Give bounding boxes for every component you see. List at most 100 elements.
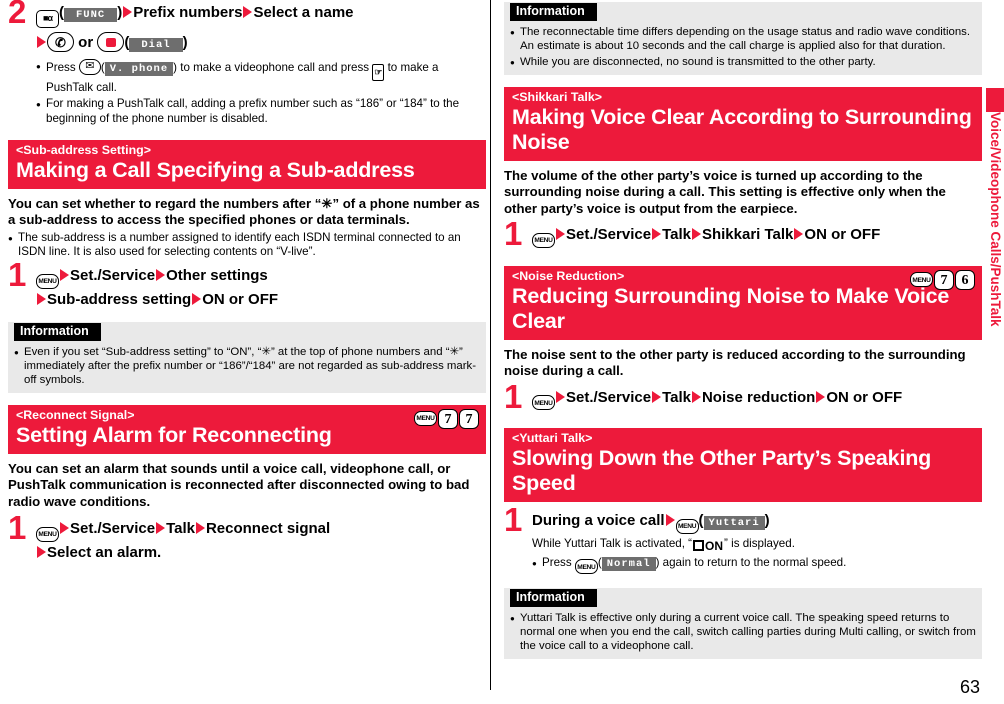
shikkari-step-1: 1 MENU Set./Service Talk Shikkari Talk ON or…	[504, 217, 982, 250]
information-heading: Information	[510, 2, 597, 21]
section-shortcut-keys: MENU 7 7	[414, 408, 479, 429]
section-subtitle: <Sub-address Setting>	[16, 142, 151, 157]
step-item-3: Noise reduction	[701, 388, 816, 406]
step-line-1: MENU Set./Service Talk Shikkari Talk ON or O…	[532, 224, 982, 248]
arrow-icon	[156, 269, 166, 282]
arrow-icon	[37, 545, 46, 558]
section-yuttari-talk: <Yuttari Talk> Slowing Down the Other Pa…	[504, 428, 982, 503]
menu-key-icon: MENU	[532, 395, 555, 411]
step-item-4: ON or OFF	[804, 226, 881, 243]
step-item-3: Shikkari Talk	[701, 226, 794, 243]
menu-key-icon: MENU	[36, 526, 59, 542]
note-text-a: Press	[542, 555, 572, 569]
step-number: 1	[504, 215, 523, 252]
manual-page: 2 ■α(FUNC)Prefix numbersSelect a name or…	[0, 0, 1004, 704]
menu-key-icon: MENU	[414, 411, 437, 427]
step-number: 1	[504, 377, 523, 415]
arrow-icon	[60, 522, 69, 535]
softkey-func: FUNC	[64, 8, 118, 22]
arrow-icon	[691, 390, 701, 403]
step-item-2: Talk	[662, 388, 691, 406]
side-tab: Voice/Videophone Calls/PushTalk	[986, 0, 1004, 704]
arrow-icon	[37, 293, 46, 306]
information-bullet: While you are disconnected, no sound is …	[510, 55, 976, 70]
number-key-icon: 7	[438, 408, 458, 429]
sub-address-step-1: 1 MENU Set./Service Other settings Sub-add…	[8, 258, 486, 310]
right-column: Information The reconnectable time diffe…	[504, 0, 982, 659]
section-title: Making Voice Clear According to Surround…	[512, 104, 972, 154]
step-item-1: Set./Service	[566, 388, 652, 406]
arrow-icon	[156, 522, 166, 535]
column-divider	[490, 0, 491, 690]
arrow-icon	[243, 6, 253, 18]
softkey-vphone: V. phone	[104, 62, 174, 76]
step-number: 1	[8, 256, 27, 294]
section-title: Slowing Down the Other Party’s Speaking …	[512, 446, 932, 496]
softkey-yuttari: Yuttari	[703, 516, 765, 531]
section-subtitle: <Noise Reduction>	[512, 268, 625, 283]
step-2-line-1: ■α(FUNC) Prefix numbers Select a name	[36, 2, 486, 28]
arrow-icon	[195, 522, 205, 535]
step-item-1: Set./Service	[566, 226, 652, 243]
number-key-icon: 6	[955, 269, 975, 290]
arrow-icon	[556, 390, 565, 403]
noise-lead: The noise sent to the other party is red…	[504, 346, 966, 379]
section-shikkari-talk: <Shikkari Talk> Making Voice Clear Accor…	[504, 86, 982, 161]
note-text-b: ) again to return to the normal speed.	[655, 555, 847, 569]
arrow-icon	[652, 390, 662, 403]
side-tab-label: Voice/Videophone Calls/PushTalk	[988, 112, 1003, 327]
information-bullet: The reconnectable time differs depending…	[510, 25, 976, 53]
enter-key-icon	[97, 32, 125, 52]
section-title: Reducing Surrounding Noise to Make Voice…	[512, 283, 950, 333]
menu-key-icon: MENU	[36, 274, 59, 290]
step-2-text-1: Prefix numbers	[133, 4, 243, 21]
note-text-a: While Yuttari Talk is activated, “	[532, 536, 693, 550]
step-line-1: MENU Set./Service Talk Reconnect signal	[36, 518, 486, 542]
step-2-note-1: Press (V. phone) to make a videophone ca…	[36, 59, 486, 95]
number-key-icon: 7	[459, 408, 479, 429]
arrow-icon	[794, 228, 804, 240]
section-noise-reduction: <Noise Reduction> Reducing Surrounding N…	[504, 265, 982, 340]
step-2-line-2: or (Dial)	[36, 32, 486, 53]
yuttari-note-1: While Yuttari Talk is activated, “ ON” is…	[532, 536, 982, 554]
menu-key-icon: MENU	[675, 518, 699, 534]
sub-address-bullet-1: The sub-address is a number assigned to …	[8, 231, 486, 260]
shikkari-lead: The volume of the other party’s voice is…	[504, 167, 946, 216]
arrow-icon	[652, 228, 662, 240]
softkey-normal: Normal	[601, 556, 656, 571]
section-title: Setting Alarm for Reconnecting	[16, 422, 332, 447]
func-icon: ■α	[36, 10, 59, 28]
information-bullet: Even if you set “Sub-address setting” to…	[14, 345, 480, 387]
paren-close: )	[182, 34, 188, 51]
step-line-1: MENU Set./Service Talk Noise reduction ON or…	[532, 387, 982, 411]
step-item-2: Talk	[166, 520, 195, 538]
arrow-icon	[816, 390, 826, 403]
yuttari-step-1: 1 During a voice call MENU(Yuttari) While…	[504, 503, 982, 575]
number-key-icon: 7	[934, 269, 954, 290]
or-label: or	[78, 34, 94, 51]
step-item-1: Set./Service	[70, 267, 156, 285]
step-line-2: Sub-address setting ON or OFF	[36, 289, 486, 310]
note-text-b: ) to make a videophone call and press	[173, 61, 370, 74]
step-number: 1	[8, 509, 27, 547]
arrow-icon	[556, 228, 565, 240]
note-text-b: ” is displayed.	[724, 536, 795, 550]
arrow-icon	[123, 6, 133, 18]
step-2-note-2: For making a PushTalk call, adding a pre…	[36, 97, 486, 126]
information-box-sub-address: Information Even if you set “Sub-address…	[8, 322, 486, 393]
section-title: Making a Call Specifying a Sub-address	[16, 157, 415, 182]
softkey-dial: Dial	[129, 38, 183, 52]
section-sub-address: <Sub-address Setting> Making a Call Spec…	[8, 139, 486, 189]
step-number: 1	[504, 501, 523, 539]
yuttari-note-2: Press MENU(Normal) again to return to th…	[532, 556, 982, 575]
step-line-1: During a voice call MENU(Yuttari)	[532, 510, 982, 534]
paren-close: )	[764, 512, 770, 530]
step-item-1: Set./Service	[70, 520, 156, 538]
section-subtitle: <Shikkari Talk>	[512, 89, 603, 104]
noise-step-1: 1 MENU Set./Service Talk Noise reduction ON …	[504, 380, 982, 413]
arrow-icon	[37, 36, 46, 48]
on-indicator-icon: ON	[692, 538, 725, 554]
arrow-icon	[665, 514, 675, 527]
step-item-3: Reconnect signal	[205, 520, 331, 538]
step-item-2: Talk	[662, 226, 691, 243]
